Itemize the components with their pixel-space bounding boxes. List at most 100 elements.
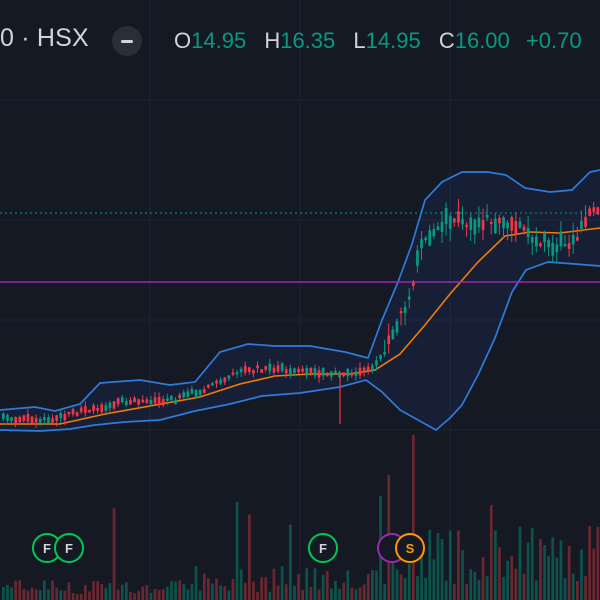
event-marker-f-3[interactable]: F <box>308 533 338 563</box>
candle-body <box>576 236 579 241</box>
candle-body <box>284 369 288 374</box>
volume-bar <box>293 585 296 600</box>
event-marker-f-2[interactable]: F <box>54 533 84 563</box>
candle-body <box>18 416 22 423</box>
candle-body <box>407 296 411 300</box>
volume-bar <box>412 435 415 600</box>
volume-bar <box>436 533 440 600</box>
volume-bar <box>510 556 514 600</box>
candle-body <box>383 352 386 355</box>
volume-bar <box>555 557 559 600</box>
volume-bar <box>38 590 42 600</box>
candle-body <box>280 363 284 372</box>
volume-bar <box>112 507 116 600</box>
volume-bar <box>502 576 505 600</box>
volume-bar <box>383 584 386 600</box>
volume-bar <box>178 580 181 600</box>
event-marker-s[interactable]: S <box>395 533 425 563</box>
volume-bar <box>129 591 132 600</box>
candle-body <box>543 232 546 243</box>
candle-body <box>252 370 255 374</box>
candle-body <box>14 417 17 425</box>
volume-bar <box>448 530 452 600</box>
candle-body <box>71 409 75 415</box>
candle-body <box>161 399 165 406</box>
candle-body <box>301 368 304 372</box>
candle-body <box>522 226 526 231</box>
volume-bar <box>313 568 317 600</box>
candle-body <box>530 237 534 243</box>
candle-body <box>34 418 38 423</box>
volume-bar <box>362 584 366 600</box>
candle-body <box>506 222 509 229</box>
candle-body <box>465 224 468 228</box>
volume-bar <box>428 529 432 600</box>
volume-bar <box>317 589 321 600</box>
candle-body <box>309 367 313 373</box>
candle-body <box>420 239 423 249</box>
volume-bar <box>256 591 259 600</box>
volume-bar <box>34 589 38 600</box>
volume-bar <box>30 587 34 600</box>
volume-bar <box>571 573 575 600</box>
volume-bar <box>133 593 136 600</box>
candle-body <box>174 399 177 405</box>
candle-body <box>448 215 452 229</box>
candle-body <box>10 417 13 421</box>
candle-body <box>584 216 587 227</box>
price-chart[interactable]: F F F S <box>0 0 600 600</box>
candle-body <box>30 416 34 424</box>
candle-body <box>350 372 354 376</box>
candle-body <box>580 220 583 229</box>
volume-bar <box>338 588 341 600</box>
volume-bar <box>96 581 99 600</box>
candle-body <box>358 367 362 376</box>
collapse-legend-button[interactable] <box>112 26 142 56</box>
volume-bar <box>198 590 202 600</box>
candle-body <box>592 207 596 213</box>
candle-body <box>104 405 108 411</box>
candle-body <box>334 370 337 373</box>
volume-bar <box>522 573 526 600</box>
candle-body <box>481 219 485 231</box>
candle-body <box>79 407 83 412</box>
volume-bar <box>477 579 481 600</box>
candle-body <box>395 321 399 333</box>
volume-bar <box>252 581 255 600</box>
candle-body <box>432 229 436 237</box>
candle-body <box>375 360 378 366</box>
volume-bar <box>75 593 79 600</box>
chart-window: F F F S 0 · HSX O14.95 H16.35 L14.95 C16… <box>0 0 600 600</box>
volume-bar <box>494 530 497 600</box>
volume-bar <box>104 587 108 600</box>
volume-bar <box>297 574 300 600</box>
volume-bar <box>157 590 161 600</box>
volume-bar <box>289 524 292 600</box>
volume-bar <box>26 590 30 600</box>
volume-bar <box>518 526 522 600</box>
volume-bar <box>79 593 83 600</box>
volume-bar <box>563 578 567 600</box>
volume-bar <box>239 569 243 600</box>
candle-body <box>51 418 54 423</box>
candle-body <box>518 221 522 228</box>
volume-bar <box>6 584 9 600</box>
volume-bar <box>190 584 194 600</box>
volume-bar <box>92 581 95 600</box>
volume-bar <box>342 582 345 600</box>
volume-bar <box>580 549 583 600</box>
candle-body <box>22 415 26 421</box>
candle-body <box>26 414 30 422</box>
symbol-title[interactable]: 0 · HSX <box>0 21 89 55</box>
volume-bar <box>215 578 218 600</box>
grid-lines <box>0 0 600 600</box>
volume-bar <box>84 585 87 600</box>
candle-body <box>231 372 235 375</box>
candle-body <box>403 307 407 313</box>
volume-bar <box>120 584 124 600</box>
candle-body <box>514 221 518 235</box>
volume-bar <box>567 545 571 600</box>
volume-bar <box>67 582 71 600</box>
volume-bar <box>22 589 26 600</box>
volume-bar <box>280 566 284 600</box>
